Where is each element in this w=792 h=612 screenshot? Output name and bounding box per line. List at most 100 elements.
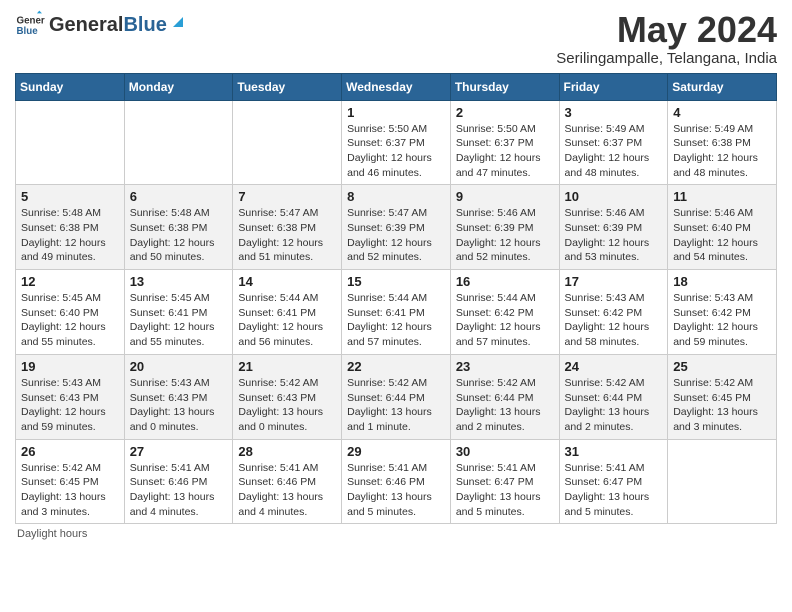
svg-text:Blue: Blue — [17, 26, 39, 37]
logo-blue: Blue — [123, 14, 166, 37]
day-number: 15 — [347, 274, 445, 289]
calendar-cell — [16, 100, 125, 185]
calendar-cell: 22 Sunrise: 5:42 AMSunset: 6:44 PMDayligh… — [342, 354, 451, 439]
calendar-cell: 5 Sunrise: 5:48 AMSunset: 6:38 PMDaylight… — [16, 185, 125, 270]
day-number: 13 — [130, 274, 228, 289]
day-info: Sunrise: 5:41 AMSunset: 6:46 PMDaylight:… — [347, 461, 445, 520]
page-header: General Blue GeneralBlue May 2024 Serili… — [15, 10, 777, 67]
calendar-cell: 6Sunrise: 5:48 AMSunset: 6:38 PMDaylight… — [124, 185, 233, 270]
day-info: Sunrise: 5:42 AMSunset: 6:44 PMDaylight:… — [456, 376, 554, 435]
day-info: Sunrise: 5:43 AMSunset: 6:43 PMDaylight:… — [21, 376, 119, 435]
weekday-header-row: SundayMondayTuesdayWednesdayThursdayFrid… — [16, 73, 777, 100]
day-number: 27 — [130, 444, 228, 459]
day-number: 12 — [21, 274, 119, 289]
day-number: 14 — [238, 274, 336, 289]
day-info: Sunrise: 5:46 AMSunset: 6:39 PMDaylight:… — [456, 206, 554, 265]
logo-general: General — [49, 14, 123, 37]
calendar-cell: 23 Sunrise: 5:42 AMSunset: 6:44 PMDayligh… — [450, 354, 559, 439]
day-info: Sunrise: 5:43 AMSunset: 6:42 PMDaylight:… — [673, 291, 771, 350]
day-number: 23 — [456, 359, 554, 374]
day-info: Sunrise: 5:44 AMSunset: 6:41 PMDaylight:… — [347, 291, 445, 350]
day-number: 18 — [673, 274, 771, 289]
calendar-table: SundayMondayTuesdayWednesdayThursdayFrid… — [15, 73, 777, 525]
day-info: Sunrise: 5:50 AMSunset: 6:37 PMDaylight:… — [456, 122, 554, 181]
calendar-cell: 16 Sunrise: 5:44 AMSunset: 6:42 PMDayligh… — [450, 270, 559, 355]
weekday-header-thursday: Thursday — [450, 73, 559, 100]
day-info: Sunrise: 5:45 AMSunset: 6:40 PMDaylight:… — [21, 291, 119, 350]
day-info: Sunrise: 5:47 AMSunset: 6:39 PMDaylight:… — [347, 206, 445, 265]
day-number: 19 — [21, 359, 119, 374]
day-info: Sunrise: 5:41 AMSunset: 6:46 PMDaylight:… — [130, 461, 228, 520]
day-number: 24 — [565, 359, 663, 374]
calendar-cell: 27 Sunrise: 5:41 AMSunset: 6:46 PMDayligh… — [124, 439, 233, 524]
day-info: Sunrise: 5:44 AMSunset: 6:41 PMDaylight:… — [238, 291, 336, 350]
calendar-cell: 15 Sunrise: 5:44 AMSunset: 6:41 PMDayligh… — [342, 270, 451, 355]
calendar-cell: 11 Sunrise: 5:46 AMSunset: 6:40 PMDayligh… — [668, 185, 777, 270]
calendar-cell: 20Sunrise: 5:43 AMSunset: 6:43 PMDayligh… — [124, 354, 233, 439]
logo-icon: General Blue — [15, 10, 45, 40]
day-number: 10 — [565, 189, 663, 204]
calendar-cell: 31Sunrise: 5:41 AMSunset: 6:47 PMDayligh… — [559, 439, 668, 524]
logo: General Blue GeneralBlue — [15, 10, 187, 40]
day-number: 6 — [130, 189, 228, 204]
logo-triangle-icon — [169, 13, 187, 31]
day-number: 9 — [456, 189, 554, 204]
day-number: 11 — [673, 189, 771, 204]
calendar-cell: 4Sunrise: 5:49 AMSunset: 6:38 PMDaylight… — [668, 100, 777, 185]
day-info: Sunrise: 5:48 AMSunset: 6:38 PMDaylight:… — [21, 206, 119, 265]
weekday-header-wednesday: Wednesday — [342, 73, 451, 100]
day-number: 21 — [238, 359, 336, 374]
day-info: Sunrise: 5:41 AMSunset: 6:46 PMDaylight:… — [238, 461, 336, 520]
day-info: Sunrise: 5:50 AMSunset: 6:37 PMDaylight:… — [347, 122, 445, 181]
day-info: Sunrise: 5:46 AMSunset: 6:40 PMDaylight:… — [673, 206, 771, 265]
calendar-week-row: 1Sunrise: 5:50 AMSunset: 6:37 PMDaylight… — [16, 100, 777, 185]
day-number: 29 — [347, 444, 445, 459]
day-number: 26 — [21, 444, 119, 459]
day-info: Sunrise: 5:42 AMSunset: 6:43 PMDaylight:… — [238, 376, 336, 435]
calendar-cell: 18 Sunrise: 5:43 AMSunset: 6:42 PMDayligh… — [668, 270, 777, 355]
day-number: 5 — [21, 189, 119, 204]
calendar-cell: 30 Sunrise: 5:41 AMSunset: 6:47 PMDayligh… — [450, 439, 559, 524]
day-number: 2 — [456, 105, 554, 120]
day-info: Sunrise: 5:44 AMSunset: 6:42 PMDaylight:… — [456, 291, 554, 350]
calendar-cell: 14 Sunrise: 5:44 AMSunset: 6:41 PMDayligh… — [233, 270, 342, 355]
calendar-cell: 28 Sunrise: 5:41 AMSunset: 6:46 PMDayligh… — [233, 439, 342, 524]
calendar-cell: 29 Sunrise: 5:41 AMSunset: 6:46 PMDayligh… — [342, 439, 451, 524]
footer-note: Daylight hours — [15, 528, 777, 540]
day-number: 7 — [238, 189, 336, 204]
calendar-cell: 19 Sunrise: 5:43 AMSunset: 6:43 PMDayligh… — [16, 354, 125, 439]
day-info: Sunrise: 5:43 AMSunset: 6:42 PMDaylight:… — [565, 291, 663, 350]
calendar-cell: 26 Sunrise: 5:42 AMSunset: 6:45 PMDayligh… — [16, 439, 125, 524]
day-info: Sunrise: 5:42 AMSunset: 6:44 PMDaylight:… — [565, 376, 663, 435]
calendar-cell: 12 Sunrise: 5:45 AMSunset: 6:40 PMDayligh… — [16, 270, 125, 355]
location-subtitle: Serilingampalle, Telangana, India — [556, 50, 777, 67]
calendar-week-row: 26 Sunrise: 5:42 AMSunset: 6:45 PMDayligh… — [16, 439, 777, 524]
calendar-cell — [668, 439, 777, 524]
calendar-cell: 3Sunrise: 5:49 AMSunset: 6:37 PMDaylight… — [559, 100, 668, 185]
title-block: May 2024 Serilingampalle, Telangana, Ind… — [556, 10, 777, 67]
calendar-cell — [124, 100, 233, 185]
day-number: 31 — [565, 444, 663, 459]
day-number: 22 — [347, 359, 445, 374]
calendar-cell — [233, 100, 342, 185]
weekday-header-sunday: Sunday — [16, 73, 125, 100]
day-number: 28 — [238, 444, 336, 459]
day-number: 4 — [673, 105, 771, 120]
calendar-cell: 13Sunrise: 5:45 AMSunset: 6:41 PMDayligh… — [124, 270, 233, 355]
calendar-week-row: 19 Sunrise: 5:43 AMSunset: 6:43 PMDayligh… — [16, 354, 777, 439]
day-number: 25 — [673, 359, 771, 374]
calendar-cell: 7 Sunrise: 5:47 AMSunset: 6:38 PMDaylight… — [233, 185, 342, 270]
day-info: Sunrise: 5:42 AMSunset: 6:45 PMDaylight:… — [21, 461, 119, 520]
calendar-cell: 17Sunrise: 5:43 AMSunset: 6:42 PMDayligh… — [559, 270, 668, 355]
calendar-cell: 2 Sunrise: 5:50 AMSunset: 6:37 PMDaylight… — [450, 100, 559, 185]
day-info: Sunrise: 5:47 AMSunset: 6:38 PMDaylight:… — [238, 206, 336, 265]
day-number: 16 — [456, 274, 554, 289]
calendar-cell: 25Sunrise: 5:42 AMSunset: 6:45 PMDayligh… — [668, 354, 777, 439]
day-number: 3 — [565, 105, 663, 120]
day-info: Sunrise: 5:42 AMSunset: 6:44 PMDaylight:… — [347, 376, 445, 435]
day-number: 30 — [456, 444, 554, 459]
calendar-cell: 10Sunrise: 5:46 AMSunset: 6:39 PMDayligh… — [559, 185, 668, 270]
svg-text:General: General — [17, 16, 46, 27]
day-info: Sunrise: 5:41 AMSunset: 6:47 PMDaylight:… — [456, 461, 554, 520]
calendar-cell: 9 Sunrise: 5:46 AMSunset: 6:39 PMDaylight… — [450, 185, 559, 270]
